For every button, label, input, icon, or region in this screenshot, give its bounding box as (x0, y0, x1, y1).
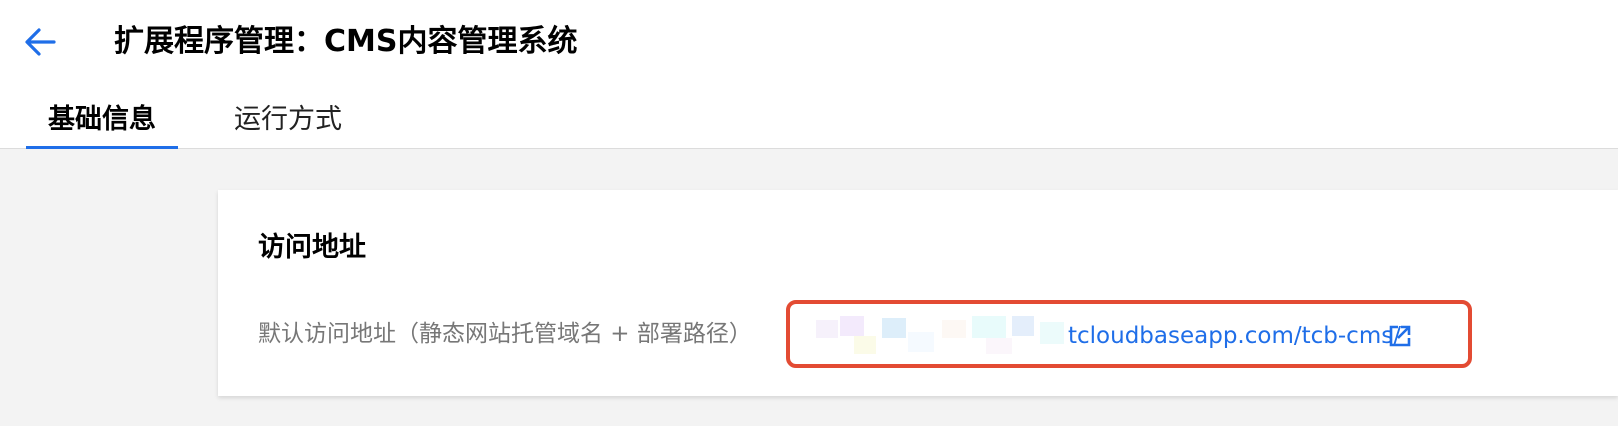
back-button[interactable] (20, 22, 60, 62)
external-link-icon[interactable] (1388, 324, 1412, 348)
redacted-subdomain (816, 316, 1070, 356)
page-title: 扩展程序管理：CMS内容管理系统 (114, 24, 578, 59)
tab-run-mode[interactable]: 运行方式 (234, 98, 342, 149)
access-address-card: 访问地址 默认访问地址（静态网站托管域名 + 部署路径） tcloudbasea… (218, 190, 1618, 396)
tab-basic-info[interactable]: 基础信息 (26, 98, 178, 149)
arrow-left-icon (25, 28, 56, 56)
url-highlight-box: tcloudbaseapp.com/tcb-cms/ (786, 300, 1472, 368)
top-bar: 扩展程序管理：CMS内容管理系统 基础信息 运行方式 (0, 0, 1618, 149)
default-address-label: 默认访问地址（静态网站托管域名 + 部署路径） (258, 321, 752, 347)
tab-bar: 基础信息 运行方式 (26, 98, 342, 149)
default-access-url-link[interactable]: tcloudbaseapp.com/tcb-cms/ (1068, 320, 1401, 352)
card-title: 访问地址 (258, 232, 366, 263)
